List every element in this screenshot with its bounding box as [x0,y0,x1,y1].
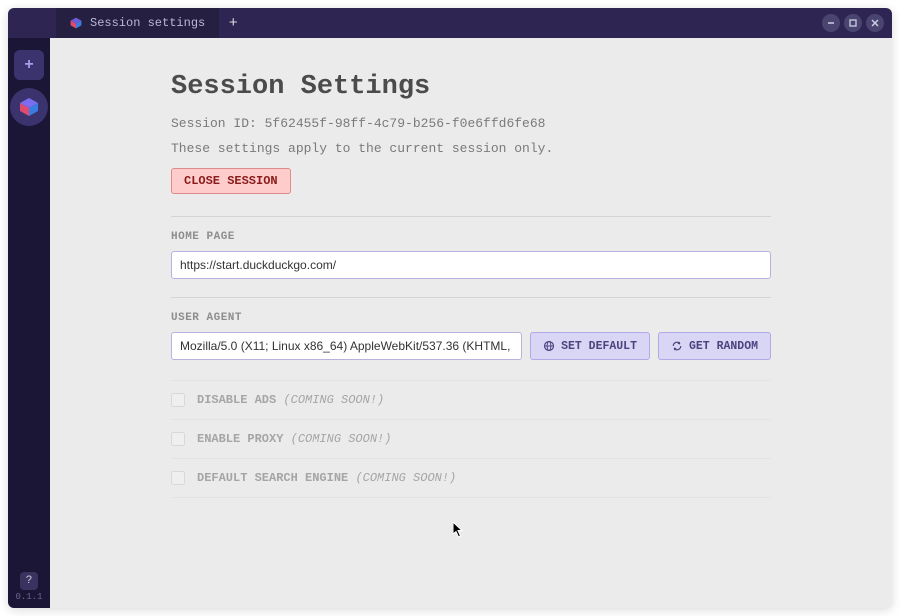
coming-soon-label: (COMING SOON!) [355,471,456,485]
user-agent-label: USER AGENT [171,312,771,324]
enable-proxy-row: ENABLE PROXY (COMING SOON!) [171,419,771,458]
titlebar-spacer [247,8,822,38]
home-page-label: HOME PAGE [171,231,771,243]
minimize-button[interactable] [822,14,840,32]
home-page-section: HOME PAGE [171,216,771,297]
enable-proxy-label: ENABLE PROXY (COMING SOON!) [197,432,391,446]
globe-icon [543,340,555,352]
titlebar-spacer-left [8,8,56,38]
home-page-input[interactable] [171,251,771,279]
get-random-label: GET RANDOM [689,340,758,353]
set-default-button[interactable]: SET DEFAULT [530,332,650,360]
refresh-icon [671,340,683,352]
body-row: + ? 0.1.1 Session Settings Session ID: 5… [8,38,892,608]
coming-soon-label: (COMING SOON!) [283,393,384,407]
option-label: DISABLE ADS [197,393,276,407]
maximize-button[interactable] [844,14,862,32]
sidebar-session-button[interactable] [14,92,44,122]
default-search-engine-label: DEFAULT SEARCH ENGINE (COMING SOON!) [197,471,456,485]
disable-ads-checkbox [171,393,185,407]
content-area: Session Settings Session ID: 5f62455f-98… [50,38,892,608]
option-label: DEFAULT SEARCH ENGINE [197,471,348,485]
user-agent-row: SET DEFAULT GET RANDOM [171,332,771,360]
cube-icon [70,17,82,29]
sidebar-add-button[interactable]: + [14,50,44,80]
sidebar: + ? 0.1.1 [8,38,50,608]
page: Session Settings Session ID: 5f62455f-98… [151,38,791,518]
tab-session-settings[interactable]: Session settings [56,8,219,38]
disable-ads-row: DISABLE ADS (COMING SOON!) [171,380,771,419]
option-label: ENABLE PROXY [197,432,283,446]
default-search-engine-row: DEFAULT SEARCH ENGINE (COMING SOON!) [171,458,771,498]
new-tab-button[interactable]: + [219,8,247,38]
close-window-button[interactable] [866,14,884,32]
coming-soon-label: (COMING SOON!) [291,432,392,446]
titlebar: Session settings + [8,8,892,38]
tab-title: Session settings [90,16,205,30]
close-session-button[interactable]: CLOSE SESSION [171,168,291,194]
cube-icon [19,97,39,117]
user-agent-input[interactable] [171,332,522,360]
get-random-button[interactable]: GET RANDOM [658,332,771,360]
window-controls [822,8,892,38]
user-agent-section: USER AGENT SET DEFAULT GET RANDOM [171,297,771,380]
enable-proxy-checkbox [171,432,185,446]
help-button[interactable]: ? [20,572,38,590]
disable-ads-label: DISABLE ADS (COMING SOON!) [197,393,384,407]
page-subtitle: These settings apply to the current sess… [171,141,771,156]
version-label: 0.1.1 [15,592,42,602]
app-window: Session settings + + [8,8,892,608]
default-search-engine-checkbox [171,471,185,485]
session-id: Session ID: 5f62455f-98ff-4c79-b256-f0e6… [171,116,771,131]
page-title: Session Settings [171,72,771,102]
set-default-label: SET DEFAULT [561,340,637,353]
